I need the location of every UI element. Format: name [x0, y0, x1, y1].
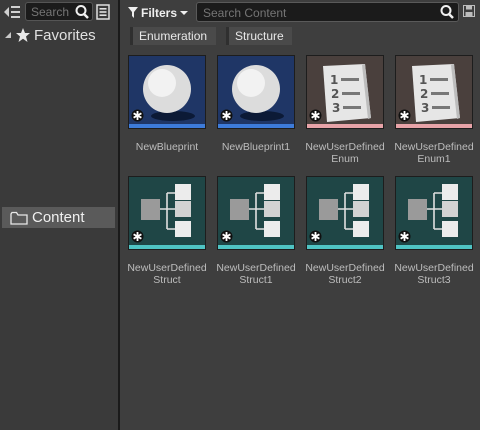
- asset-name: NewUserDefined Struct2: [305, 262, 385, 286]
- asset-tile[interactable]: 1 2 3 NewUserDefined Enum1: [394, 55, 475, 165]
- asset-name: NewUserDefined Struct: [127, 262, 207, 286]
- funnel-icon: [128, 7, 138, 18]
- asset-name: NewBlueprint1: [221, 141, 291, 153]
- sidebar-toggle-icon[interactable]: [3, 4, 21, 20]
- asset-thumbnail[interactable]: [128, 176, 206, 250]
- asset-thumbnail[interactable]: [128, 55, 206, 129]
- content-folder[interactable]: Content: [2, 207, 115, 228]
- save-icon[interactable]: [463, 5, 475, 17]
- asset-tile[interactable]: NewUserDefined Struct: [127, 176, 208, 286]
- asset-tile[interactable]: NewBlueprint: [128, 55, 208, 153]
- svg-text:1: 1: [330, 73, 338, 87]
- sources-search-box: [25, 2, 93, 21]
- filters-button[interactable]: Filters: [128, 4, 189, 21]
- svg-text:2: 2: [331, 87, 339, 101]
- asset-thumbnail[interactable]: [395, 176, 473, 250]
- asset-thumbnail[interactable]: 1 2 3: [306, 55, 384, 129]
- unsaved-star-icon: [131, 109, 144, 122]
- asset-name: NewUserDefined Enum1: [394, 141, 474, 165]
- filter-chip-structure[interactable]: Structure: [226, 27, 292, 45]
- asset-thumbnail[interactable]: [217, 55, 295, 129]
- unsaved-star-icon: [309, 230, 322, 243]
- unsaved-star-icon: [398, 109, 411, 122]
- svg-text:2: 2: [420, 87, 428, 101]
- asset-thumbnail[interactable]: [217, 176, 295, 250]
- star-icon: [16, 28, 30, 42]
- unsaved-star-icon: [220, 230, 233, 243]
- svg-text:3: 3: [332, 101, 340, 115]
- asset-name: NewUserDefined Enum: [305, 141, 385, 165]
- asset-tile[interactable]: 1 2 3 NewUserDefined Enum: [305, 55, 386, 165]
- unsaved-star-icon: [398, 230, 411, 243]
- search-icon[interactable]: [439, 4, 455, 20]
- chevron-down-icon: [180, 10, 189, 15]
- asset-name: NewUserDefined Struct3: [394, 262, 474, 286]
- svg-text:3: 3: [421, 101, 429, 115]
- sources-search-input[interactable]: [31, 4, 71, 19]
- asset-tile[interactable]: NewBlueprint1: [217, 55, 297, 153]
- favorites-label: Favorites: [34, 26, 96, 44]
- favorites-section[interactable]: Favorites: [4, 26, 96, 44]
- content-search-box: [196, 2, 459, 22]
- sources-panel: Favorites Content: [0, 0, 118, 430]
- filters-label: Filters: [141, 5, 178, 20]
- asset-view: Filters Enumeration Structure: [120, 0, 480, 430]
- unsaved-star-icon: [131, 230, 144, 243]
- asset-thumbnail[interactable]: 1 2 3: [395, 55, 473, 129]
- asset-tile[interactable]: NewUserDefined Struct2: [305, 176, 386, 286]
- unsaved-star-icon: [309, 109, 322, 122]
- asset-name: NewUserDefined Struct1: [216, 262, 296, 286]
- filter-chip-enumeration[interactable]: Enumeration: [130, 27, 216, 45]
- asset-name: NewBlueprint: [135, 141, 199, 153]
- content-folder-label: Content: [32, 209, 85, 226]
- view-options-icon[interactable]: [96, 4, 110, 20]
- unsaved-star-icon: [220, 109, 233, 122]
- sources-toolbar: [0, 0, 118, 24]
- asset-tile[interactable]: NewUserDefined Struct1: [216, 176, 297, 286]
- asset-tile[interactable]: NewUserDefined Struct3: [394, 176, 475, 286]
- svg-text:1: 1: [419, 73, 427, 87]
- content-search-input[interactable]: [203, 5, 423, 20]
- expand-arrow-icon[interactable]: [4, 31, 12, 39]
- search-icon[interactable]: [74, 4, 90, 20]
- asset-thumbnail[interactable]: [306, 176, 384, 250]
- folder-icon: [10, 211, 28, 225]
